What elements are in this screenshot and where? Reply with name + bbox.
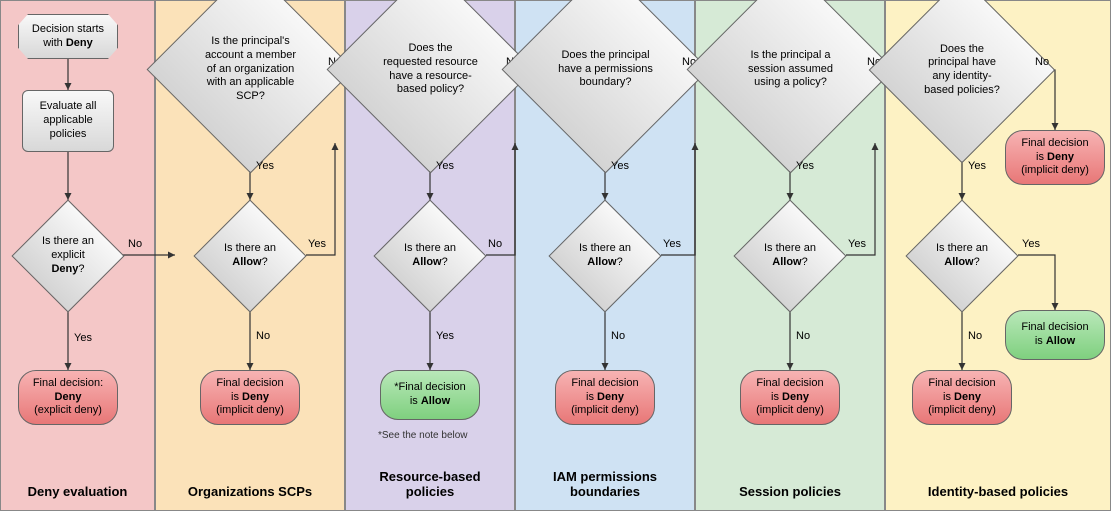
perm-boundary-decision: Does the principal have a permissions bo…: [532, 0, 679, 143]
edge-label-yes: Yes: [663, 238, 681, 250]
identity-allow-decision: Is there an Allow?: [922, 216, 1002, 296]
scp-allow-decision: Is there an Allow?: [210, 216, 290, 296]
evaluate-policies-node: Evaluate all applicable policies: [22, 90, 114, 152]
resource-final-allow: *Final decision is Allow: [380, 370, 480, 420]
explicit-deny-decision: Is there an explicit Deny?: [28, 216, 108, 296]
session-policy-decision: Is the principal a session assumed using…: [717, 0, 864, 143]
edge-label-no: No: [256, 330, 270, 342]
lane-label: Deny evaluation: [1, 484, 154, 500]
edge-label-no: No: [488, 238, 502, 250]
edge-label-yes: Yes: [308, 238, 326, 250]
edge-label-no: No: [128, 238, 142, 250]
final-explicit-deny: Final decision: Deny(explicit deny): [18, 370, 118, 425]
identity-policy-decision: Does the principal have any identity-bas…: [896, 4, 1028, 136]
session-allow-decision: Is there an Allow?: [750, 216, 830, 296]
start-node: Decision starts with Deny: [18, 14, 118, 59]
edge-label-yes: Yes: [848, 238, 866, 250]
footnote: *See the note below: [378, 430, 468, 441]
perm-allow-decision: Is there an Allow?: [565, 216, 645, 296]
lane-label: Resource-based policies: [346, 469, 514, 500]
edge-label-yes: Yes: [436, 330, 454, 342]
edge-label-yes: Yes: [436, 160, 454, 172]
lane-label: Identity-based policies: [886, 484, 1110, 500]
perm-implicit-deny: Final decision is Deny(implicit deny): [555, 370, 655, 425]
edge-label-no: No: [796, 330, 810, 342]
identity-final-allow: Final decision is Allow: [1005, 310, 1105, 360]
lane-label: IAM permissions boundaries: [516, 469, 694, 500]
edge-label-yes: Yes: [796, 160, 814, 172]
edge-label-yes: Yes: [74, 332, 92, 344]
edge-label-yes: Yes: [256, 160, 274, 172]
edge-label-no: No: [611, 330, 625, 342]
scp-member-decision: Is the principal's account a member of a…: [177, 0, 324, 143]
edge-label-yes: Yes: [968, 160, 986, 172]
lane-label: Session policies: [696, 484, 884, 500]
resource-allow-decision: Is there an Allow?: [390, 216, 470, 296]
scp-implicit-deny: Final decision is Deny(implicit deny): [200, 370, 300, 425]
session-implicit-deny: Final decision is Deny(implicit deny): [740, 370, 840, 425]
edge-label-no: No: [968, 330, 982, 342]
identity-implicit-deny: Final decision is Deny(implicit deny): [912, 370, 1012, 425]
resource-policy-decision: Does the requested resource have a resou…: [357, 0, 504, 143]
edge-label-no: No: [1035, 56, 1049, 68]
identity-no-policy-deny: Final decision is Deny(implicit deny): [1005, 130, 1105, 185]
edge-label-yes: Yes: [1022, 238, 1040, 250]
lane-label: Organizations SCPs: [156, 484, 344, 500]
edge-label-yes: Yes: [611, 160, 629, 172]
